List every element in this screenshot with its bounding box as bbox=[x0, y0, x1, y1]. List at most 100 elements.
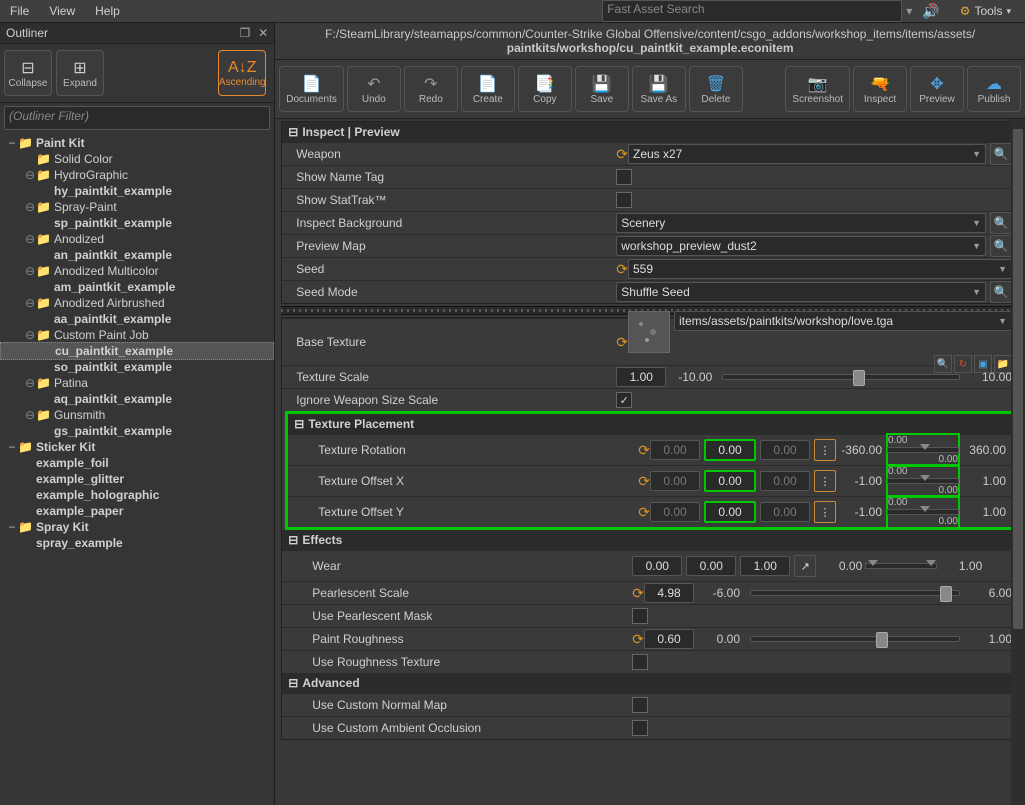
collapse-button[interactable]: ⊟Collapse bbox=[4, 50, 52, 96]
offsety-input-a[interactable]: 0.00 bbox=[650, 502, 700, 522]
pearlescent-slider[interactable] bbox=[750, 590, 960, 596]
wear-input-b[interactable]: 0.00 bbox=[686, 556, 736, 576]
tree-node[interactable]: so_paintkit_example bbox=[0, 359, 274, 375]
seedmode-combo[interactable]: Shuffle Seed bbox=[616, 282, 986, 302]
tools-menu[interactable]: ⚙Tools▾ bbox=[952, 2, 1019, 20]
rotation-link-button[interactable]: ⋮ bbox=[814, 439, 836, 461]
roughtex-checkbox[interactable] bbox=[632, 654, 648, 670]
menu-help[interactable]: Help bbox=[85, 1, 130, 21]
inspect-button[interactable]: 🔫Inspect bbox=[853, 66, 907, 112]
offsetx-input-c[interactable]: 0.00 bbox=[760, 471, 810, 491]
wear-expand-button[interactable]: ↗ bbox=[794, 555, 816, 577]
tree-node[interactable]: ⊖📁Spray-Paint bbox=[0, 199, 274, 215]
tree-node[interactable]: −📁Paint Kit bbox=[0, 135, 274, 151]
tree-node[interactable]: ⊖📁Patina bbox=[0, 375, 274, 391]
refresh-icon[interactable]: ⟳ bbox=[616, 261, 628, 278]
weapon-combo[interactable]: Zeus x27 bbox=[628, 144, 986, 164]
tree-node[interactable]: example_holographic bbox=[0, 487, 274, 503]
copy-button[interactable]: 📑Copy bbox=[518, 66, 572, 112]
wear-input-a[interactable]: 0.00 bbox=[632, 556, 682, 576]
roughness-input[interactable]: 0.60 bbox=[644, 629, 694, 649]
offsety-input-c[interactable]: 0.00 bbox=[760, 502, 810, 522]
tree-node[interactable]: ⊖📁Anodized Multicolor bbox=[0, 263, 274, 279]
preview-map-combo[interactable]: workshop_preview_dust2 bbox=[616, 236, 986, 256]
tree-node[interactable]: an_paintkit_example bbox=[0, 247, 274, 263]
roughness-slider[interactable] bbox=[750, 636, 960, 642]
offsety-range[interactable]: 0.000.00 bbox=[886, 495, 960, 529]
tree-node[interactable]: ⊖📁HydroGraphic bbox=[0, 167, 274, 183]
tree-node[interactable]: ⊖📁Anodized bbox=[0, 231, 274, 247]
menu-file[interactable]: File bbox=[0, 1, 39, 21]
wear-input-c[interactable]: 1.00 bbox=[740, 556, 790, 576]
stattrak-checkbox[interactable] bbox=[616, 192, 632, 208]
rotation-input-b[interactable]: 0.00 bbox=[704, 439, 756, 461]
mute-icon[interactable]: 🔊 bbox=[922, 3, 939, 20]
tree-node[interactable]: example_foil bbox=[0, 455, 274, 471]
screenshot-button[interactable]: 📷Screenshot bbox=[785, 66, 850, 112]
offsetx-link-button[interactable]: ⋮ bbox=[814, 470, 836, 492]
undo-button[interactable]: ↶Undo bbox=[347, 66, 401, 112]
tree-node[interactable]: 📁Solid Color bbox=[0, 151, 274, 167]
scrollbar[interactable] bbox=[1011, 119, 1025, 805]
ignore-scale-checkbox[interactable] bbox=[616, 392, 632, 408]
save-button[interactable]: 💾Save bbox=[575, 66, 629, 112]
tree-node[interactable]: cu_paintkit_example bbox=[0, 342, 274, 360]
normalmap-checkbox[interactable] bbox=[632, 697, 648, 713]
tree-node[interactable]: example_paper bbox=[0, 503, 274, 519]
tree-node[interactable]: example_glitter bbox=[0, 471, 274, 487]
documents-button[interactable]: 📄Documents bbox=[279, 66, 344, 112]
refresh-icon[interactable]: ⟳ bbox=[638, 442, 650, 459]
pearlmask-checkbox[interactable] bbox=[632, 608, 648, 624]
offsetx-input-b[interactable]: 0.00 bbox=[704, 470, 756, 492]
refresh-icon[interactable]: ⟳ bbox=[638, 504, 650, 521]
offsety-link-button[interactable]: ⋮ bbox=[814, 501, 836, 523]
tree-node[interactable]: aa_paintkit_example bbox=[0, 311, 274, 327]
ao-checkbox[interactable] bbox=[632, 720, 648, 736]
tree-node[interactable]: ⊖📁Custom Paint Job bbox=[0, 327, 274, 343]
undock-icon[interactable]: ❐ bbox=[239, 26, 250, 40]
tree-node[interactable]: ⊖📁Anodized Airbrushed bbox=[0, 295, 274, 311]
offsety-input-b[interactable]: 0.00 bbox=[704, 501, 756, 523]
texture-scale-input[interactable]: 1.00 bbox=[616, 367, 666, 387]
weapon-search-button[interactable]: 🔍 bbox=[990, 143, 1012, 165]
preview-button[interactable]: ✥Preview bbox=[910, 66, 964, 112]
rotation-range[interactable]: 0.000.00 bbox=[886, 433, 960, 467]
outliner-filter-input[interactable]: (Outliner Filter) bbox=[4, 106, 270, 130]
tree-node[interactable]: hy_paintkit_example bbox=[0, 183, 274, 199]
tree-node[interactable]: spray_example bbox=[0, 535, 274, 551]
tree-node[interactable]: gs_paintkit_example bbox=[0, 423, 274, 439]
tree-node[interactable]: −📁Spray Kit bbox=[0, 519, 274, 535]
refresh-icon[interactable]: ⟳ bbox=[632, 585, 644, 602]
nametag-checkbox[interactable] bbox=[616, 169, 632, 185]
tree-node[interactable]: ⊖📁Gunsmith bbox=[0, 407, 274, 423]
outliner-tree[interactable]: −📁Paint Kit📁Solid Color⊖📁HydroGraphichy_… bbox=[0, 133, 274, 805]
offsetx-input-a[interactable]: 0.00 bbox=[650, 471, 700, 491]
tree-node[interactable]: aq_paintkit_example bbox=[0, 391, 274, 407]
redo-button[interactable]: ↷Redo bbox=[404, 66, 458, 112]
refresh-icon[interactable]: ⟳ bbox=[616, 334, 628, 351]
delete-button[interactable]: 🗑Delete bbox=[689, 66, 743, 112]
map-search-button[interactable]: 🔍 bbox=[990, 235, 1012, 257]
publish-button[interactable]: ☁Publish bbox=[967, 66, 1021, 112]
pearlescent-input[interactable]: 4.98 bbox=[644, 583, 694, 603]
seedmode-search-button[interactable]: 🔍 bbox=[990, 281, 1012, 303]
wear-range[interactable] bbox=[866, 562, 936, 570]
tree-node[interactable]: sp_paintkit_example bbox=[0, 215, 274, 231]
saveas-button[interactable]: 💾Save As bbox=[632, 66, 686, 112]
close-icon[interactable]: ✕ bbox=[258, 26, 268, 40]
fast-search-input[interactable]: Fast Asset Search bbox=[602, 0, 902, 22]
create-button[interactable]: 📄Create bbox=[461, 66, 515, 112]
refresh-icon[interactable]: ⟳ bbox=[638, 473, 650, 490]
menu-view[interactable]: View bbox=[39, 1, 85, 21]
tree-node[interactable]: am_paintkit_example bbox=[0, 279, 274, 295]
offsetx-range[interactable]: 0.000.00 bbox=[886, 464, 960, 498]
rotation-input-a[interactable]: 0.00 bbox=[650, 440, 700, 460]
base-texture-input[interactable]: items/assets/paintkits/workshop/love.tga bbox=[674, 311, 1012, 331]
refresh-icon[interactable]: ⟳ bbox=[632, 631, 644, 648]
refresh-icon[interactable]: ⟳ bbox=[616, 146, 628, 163]
sort-ascending-button[interactable]: A↓ZAscending bbox=[218, 50, 266, 96]
bg-search-button[interactable]: 🔍 bbox=[990, 212, 1012, 234]
rotation-input-c[interactable]: 0.00 bbox=[760, 440, 810, 460]
inspect-bg-combo[interactable]: Scenery bbox=[616, 213, 986, 233]
seed-input[interactable]: 559 bbox=[628, 259, 1012, 279]
